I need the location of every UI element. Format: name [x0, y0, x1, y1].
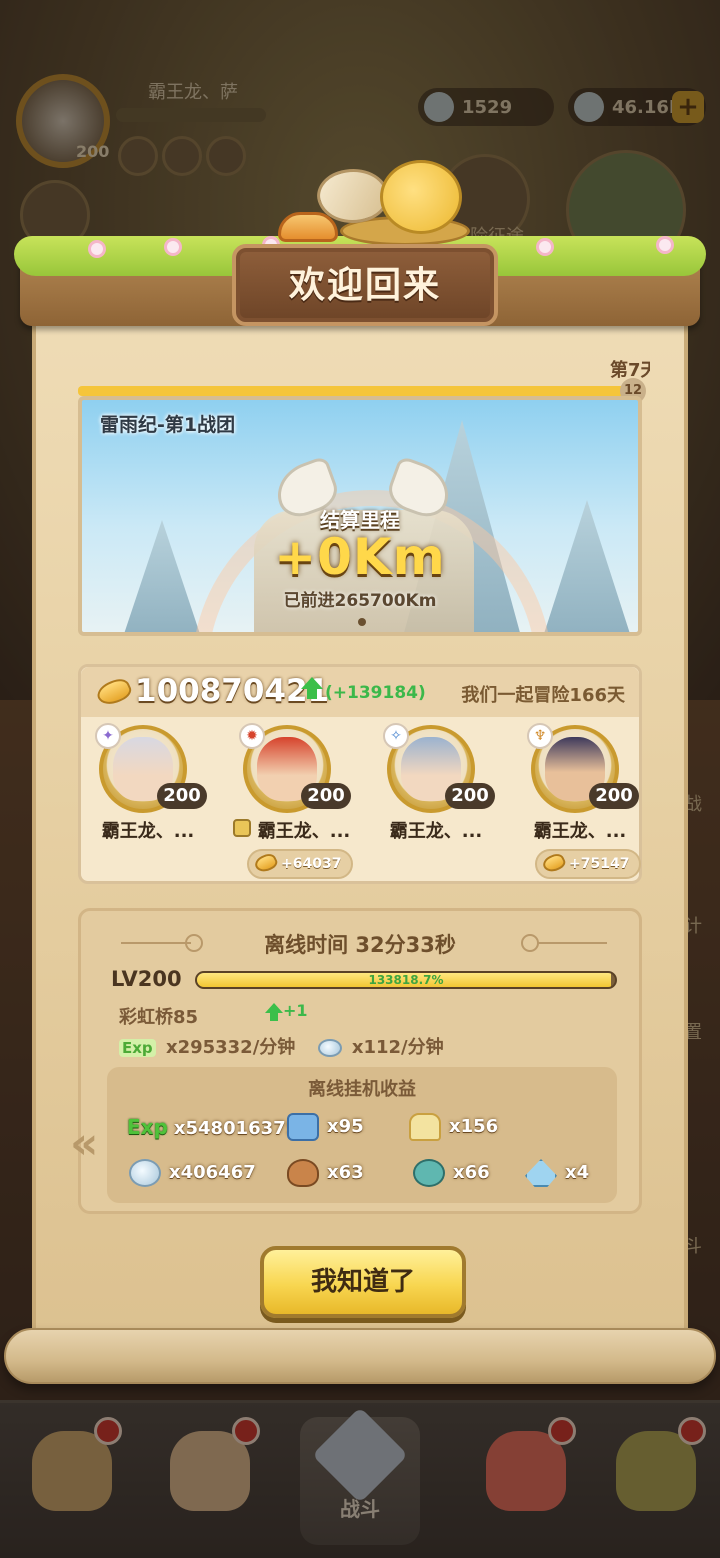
- blue-crystal-box-icon: [287, 1113, 319, 1141]
- offline-panel: 离线时间 32分33秒 LV200 133818.7% 彩虹桥85 +1 Exp…: [78, 908, 642, 1214]
- distance-total: 已前进265700Km: [283, 591, 437, 611]
- up-arrow-icon: [301, 677, 323, 689]
- flower-icon: [88, 240, 106, 258]
- reward-amount: x66: [453, 1162, 490, 1183]
- rewards-title: 离线挂机收益: [308, 1079, 416, 1100]
- title-banner: 欢迎回来: [232, 244, 498, 326]
- reward-item[interactable]: x63: [287, 1157, 364, 1189]
- flower-icon: [656, 236, 674, 254]
- team-header: 100870421 (+139184) 我们一起冒险166天: [81, 667, 639, 717]
- stone-rate: x112/分钟: [351, 1037, 444, 1058]
- power-gold-icon: [93, 674, 135, 710]
- welcome-back-dialog: 欢迎回来 第7天 12 雷雨纪-第1战团 结算里程 +0Km 已前进265700…: [0, 0, 720, 1400]
- dialog-title: 欢迎回来: [288, 265, 441, 306]
- reward-amount: x548016375: [173, 1118, 299, 1139]
- hero-card[interactable]: ♆ 200 霸王龙、...: [515, 723, 655, 842]
- scroll-roll-bottom: [4, 1328, 716, 1384]
- hero-name: 霸王龙、...: [389, 821, 483, 842]
- hero-name: 霸王龙、...: [101, 821, 195, 842]
- exp-progress-bar: 133818.7%: [195, 971, 617, 989]
- reward-amount: x406467: [169, 1162, 256, 1183]
- confirm-button-label: 我知道了: [310, 1267, 415, 1297]
- reward-amount: x95: [327, 1116, 364, 1137]
- ornament-line: [537, 942, 607, 944]
- team-name: 雷雨纪-第1战团: [100, 414, 236, 436]
- hero-card[interactable]: ✹ 200 霸王龙、...: [227, 723, 367, 842]
- hero-name: 霸王龙、...: [533, 821, 627, 842]
- hero-level: 200: [589, 783, 639, 809]
- reward-item[interactable]: x156: [409, 1111, 498, 1143]
- gold-icon: [252, 851, 280, 875]
- reward-item[interactable]: x66: [413, 1157, 490, 1189]
- hero-bonus-pill: +75147: [535, 849, 642, 879]
- income-rates: Exp x295332/分钟 x112/分钟: [119, 1033, 444, 1059]
- element-icon: ✦: [95, 723, 121, 749]
- team-panel: 100870421 (+139184) 我们一起冒险166天 ✦ 200 霸王龙…: [78, 664, 642, 884]
- candle-icon: [409, 1113, 441, 1141]
- spirit-stone-icon: [317, 1039, 342, 1057]
- ice-shard-icon: [525, 1159, 557, 1187]
- chevron-left-icon[interactable]: «: [70, 1118, 98, 1169]
- up-arrow-stem: [307, 689, 317, 699]
- stage-progress-bar: [78, 386, 640, 396]
- hero-level: 200: [445, 783, 495, 809]
- distance-gain: +0Km: [274, 528, 446, 586]
- power-delta: (+139184): [325, 683, 426, 703]
- level-label: LV200: [111, 967, 182, 991]
- hero-card[interactable]: ✦ 200 霸王龙、...: [83, 723, 223, 842]
- teal-ore-icon: [413, 1159, 445, 1187]
- flower-icon: [164, 238, 182, 256]
- stage-increase: +1: [283, 1001, 308, 1020]
- reward-item[interactable]: x95: [287, 1111, 364, 1143]
- flower-icon: [536, 238, 554, 256]
- spirit-stone-icon: [129, 1159, 161, 1187]
- element-icon: ✹: [239, 723, 265, 749]
- offline-rewards: 离线挂机收益 Exp x548016375 x95 x156 x406467 x6…: [107, 1067, 617, 1203]
- meat-icon: [287, 1159, 319, 1187]
- exp-progress-text: 133818.7%: [368, 973, 444, 987]
- reward-item[interactable]: x406467: [129, 1157, 256, 1189]
- reward-exp: Exp x548016375: [127, 1111, 298, 1143]
- hero-level: 200: [157, 783, 207, 809]
- hero-bonus-pill: +64037: [247, 849, 354, 879]
- hero-level: 200: [301, 783, 351, 809]
- journey-scene: 雷雨纪-第1战团 结算里程 +0Km 已前进265700Km: [78, 396, 642, 636]
- current-stage: 彩虹桥85: [119, 1007, 199, 1028]
- hero-bonus-value: +75147: [569, 856, 630, 872]
- reward-amount: x4: [565, 1162, 590, 1183]
- offline-time: 离线时间 32分33秒: [264, 933, 456, 957]
- up-arrow-stem: [270, 1013, 278, 1021]
- bird-mascot-icon: [380, 160, 462, 234]
- exp-icon: Exp: [119, 1039, 156, 1057]
- exp-icon: Exp: [127, 1115, 168, 1139]
- hero-name: 霸王龙、...: [257, 821, 351, 842]
- reward-item[interactable]: x4: [525, 1157, 589, 1189]
- hero-bonus-value: +64037: [281, 856, 342, 872]
- element-icon: ♆: [527, 723, 553, 749]
- reward-amount: x156: [449, 1116, 499, 1137]
- element-icon: ✧: [383, 723, 409, 749]
- hero-card[interactable]: ✧ 200 霸王龙、...: [371, 723, 511, 842]
- confirm-button[interactable]: 我知道了: [260, 1246, 466, 1318]
- exp-rate: x295332/分钟: [165, 1037, 296, 1058]
- up-arrow-icon: [265, 1003, 283, 1013]
- page-indicator-dot: [358, 618, 366, 626]
- adventure-days: 我们一起冒险166天: [461, 685, 625, 706]
- reward-amount: x63: [327, 1162, 364, 1183]
- gold-icon: [540, 851, 568, 875]
